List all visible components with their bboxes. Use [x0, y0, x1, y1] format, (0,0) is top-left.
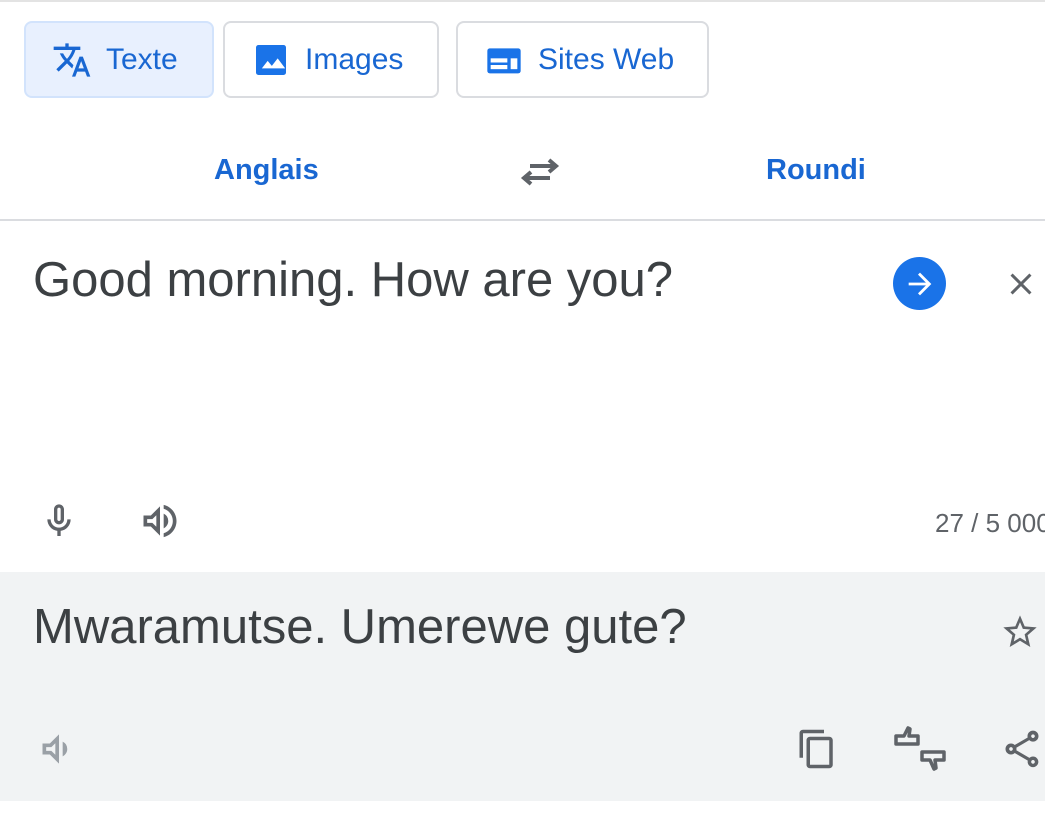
translation-panel: Mwaramutse. Umerewe gute? — [0, 572, 1045, 801]
tab-text-label: Texte — [106, 42, 178, 76]
top-divider — [0, 0, 1045, 2]
listen-translation-button[interactable] — [34, 724, 84, 774]
copy-icon — [799, 729, 833, 769]
clear-source-button[interactable] — [997, 260, 1045, 308]
target-language-button[interactable]: Roundi — [766, 148, 866, 192]
arrow-forward-icon — [908, 272, 931, 295]
share-button[interactable] — [998, 724, 1045, 774]
share-icon — [1005, 730, 1038, 768]
source-language-button[interactable]: Anglais — [214, 148, 319, 192]
tab-websites[interactable]: Sites Web — [456, 21, 709, 98]
translate-icon — [52, 40, 92, 80]
translated-text: Mwaramutse. Umerewe gute? — [33, 600, 687, 654]
rate-translation-button[interactable] — [890, 722, 950, 778]
web-icon — [484, 40, 524, 80]
thumbs-up-down-icon — [894, 726, 946, 771]
copy-translation-button[interactable] — [792, 724, 842, 774]
translate-submit-button[interactable] — [893, 257, 946, 310]
tab-images[interactable]: Images — [223, 21, 439, 98]
tab-websites-label: Sites Web — [538, 42, 675, 76]
star-icon — [1003, 615, 1037, 647]
source-text-input[interactable]: Good morning. How are you? — [33, 252, 673, 308]
tab-images-label: Images — [305, 42, 404, 76]
character-count: 27 / 5 000 — [935, 508, 1045, 538]
microphone-icon — [47, 504, 71, 536]
speaker-icon — [143, 504, 177, 538]
image-icon — [251, 40, 291, 80]
save-translation-button[interactable] — [996, 608, 1044, 656]
close-icon — [1010, 273, 1032, 295]
translate-app: Texte Images Sites Web Anglais Roundi Go… — [0, 0, 1045, 815]
tab-text[interactable]: Texte — [24, 21, 214, 98]
swap-languages-button[interactable] — [512, 148, 568, 196]
language-bar: Anglais Roundi — [0, 120, 1045, 221]
swap-icon — [520, 158, 560, 186]
speaker-icon — [42, 734, 68, 764]
listen-source-button[interactable] — [134, 496, 186, 546]
microphone-button[interactable] — [34, 496, 84, 546]
